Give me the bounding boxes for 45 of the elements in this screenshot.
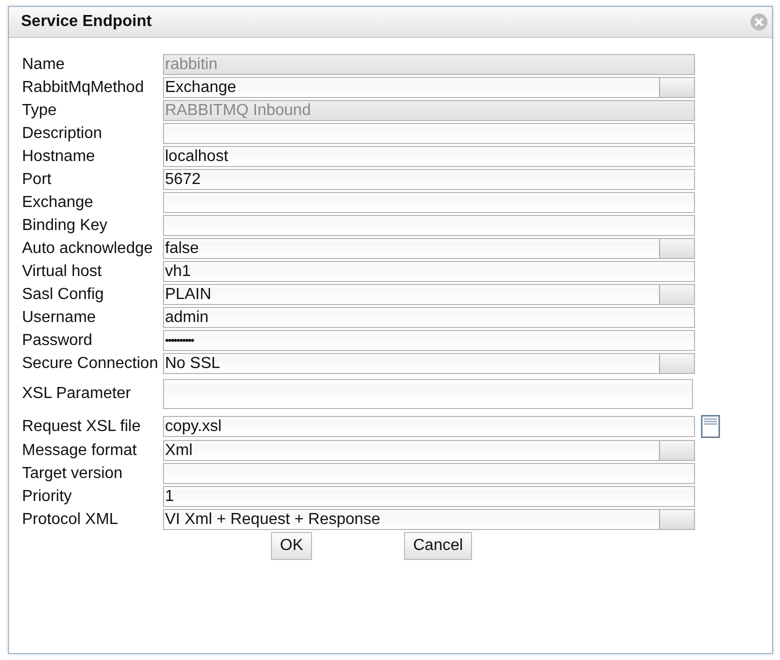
field-label: XSL Parameter <box>22 385 132 403</box>
field-label: Username <box>22 308 97 326</box>
field-label: Port <box>22 170 52 188</box>
field-label: Message format <box>22 442 138 460</box>
field-label: Password <box>22 332 94 350</box>
dropdown[interactable]: PLAIN <box>163 284 695 305</box>
read-only-field: rabbitin <box>163 54 695 75</box>
field-label: RabbitMqMethod <box>22 78 145 96</box>
field-label: Description <box>22 124 104 142</box>
list-icon[interactable] <box>701 415 720 438</box>
input-field[interactable]: admin <box>163 307 695 328</box>
field-label: Secure Connection <box>22 354 160 372</box>
field-label: Auto acknowledge <box>22 240 154 258</box>
input-field[interactable]: localhost <box>163 146 695 167</box>
field-label: Sasl Config <box>22 286 105 304</box>
field-label: Priority <box>22 488 73 506</box>
field-label: Type <box>22 102 58 120</box>
dropdown[interactable]: No SSL <box>163 353 695 374</box>
dropdown[interactable]: VI Xml + Request + Response <box>163 509 695 530</box>
input-field[interactable]: 5672 <box>163 169 695 190</box>
input-field[interactable]: copy.xsl <box>163 416 695 437</box>
input-field[interactable]: 1 <box>163 486 695 507</box>
password-field[interactable]: •••••••••• <box>163 330 695 351</box>
input-field[interactable] <box>163 123 695 144</box>
dropdown[interactable]: Xml <box>163 440 695 461</box>
dropdown[interactable]: false <box>163 238 695 259</box>
text-area[interactable] <box>163 379 693 409</box>
dialog-title: Service Endpoint <box>21 13 152 31</box>
close-icon[interactable] <box>750 13 768 31</box>
cancel-button[interactable]: Cancel <box>404 532 472 560</box>
read-only-field: RABBITMQ Inbound <box>163 100 695 121</box>
input-field[interactable]: vh1 <box>163 261 695 282</box>
field-label: Target version <box>22 464 124 482</box>
field-label: Binding Key <box>22 216 108 234</box>
field-label: Protocol XML <box>22 510 120 528</box>
field-label: Hostname <box>22 148 96 166</box>
ok-button[interactable]: OK <box>271 532 312 560</box>
input-field[interactable] <box>163 215 695 236</box>
field-label: Exchange <box>22 194 94 212</box>
dropdown[interactable]: Exchange <box>163 77 695 98</box>
field-label: Request XSL file <box>22 418 142 436</box>
input-field[interactable] <box>163 192 695 213</box>
field-label: Virtual host <box>22 262 103 280</box>
input-field[interactable] <box>163 463 695 484</box>
field-label: Name <box>22 56 66 74</box>
